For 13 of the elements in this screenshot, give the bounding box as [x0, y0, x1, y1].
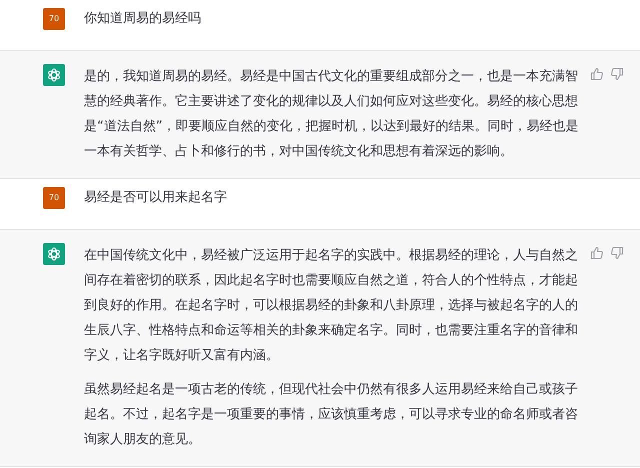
- thumbs-down-icon[interactable]: [610, 67, 624, 81]
- thumbs-down-icon[interactable]: [610, 246, 624, 260]
- assistant-avatar-icon: [43, 64, 65, 86]
- user-avatar: 70: [43, 187, 65, 209]
- message-text: 易经是否可以用来起名字: [84, 189, 228, 207]
- message-text: 是的，我知道周易的易经。易经是中国古代文化的重要组成部分之一，也是一本充满智慧的经典著作。它主要讲述了变化的规律以及人们如何应对这些变化。易经的核心思想是“道法自然”，即要顺应自然的变化，把握时机，以达到最好的结果。同时，易经也是一本有关哲学、占卜和修行的书，对中国传统文化和思想有着深远的影响。: [84, 68, 580, 161]
- message-text: 在中国传统文化中，易经被广泛运用于起名字的实践中。根据易经的理论，人与自然之间存在着密切的联系，因此起名字时也需要顺应自然之道，符合人的个性特点，才能起到良好的作用。在起名字时，可以根据易经的卦象和八卦原理，选择与被起名字的人的生辰八字、性格特点和命运等相关的卦象来确定名字。同时，也需要注重名字的音律和字义，让名字既好听又富有内涵。: [84, 247, 579, 365]
- user-avatar: 70: [43, 8, 65, 30]
- message-text: 你知道周易的易经吗: [84, 10, 202, 28]
- thumbs-up-icon[interactable]: [590, 67, 604, 81]
- assistant-avatar-icon: [43, 243, 65, 265]
- thumbs-up-icon[interactable]: [590, 246, 604, 260]
- message-text: 虽然易经起名是一项古老的传统，但现代社会中仍然有很多人运用易经来给自己或孩子起名。不过，起名字是一项重要的事情，应该慎重考虑，可以寻求专业的命名师或者咨询家人朋友的意见。: [84, 381, 579, 449]
